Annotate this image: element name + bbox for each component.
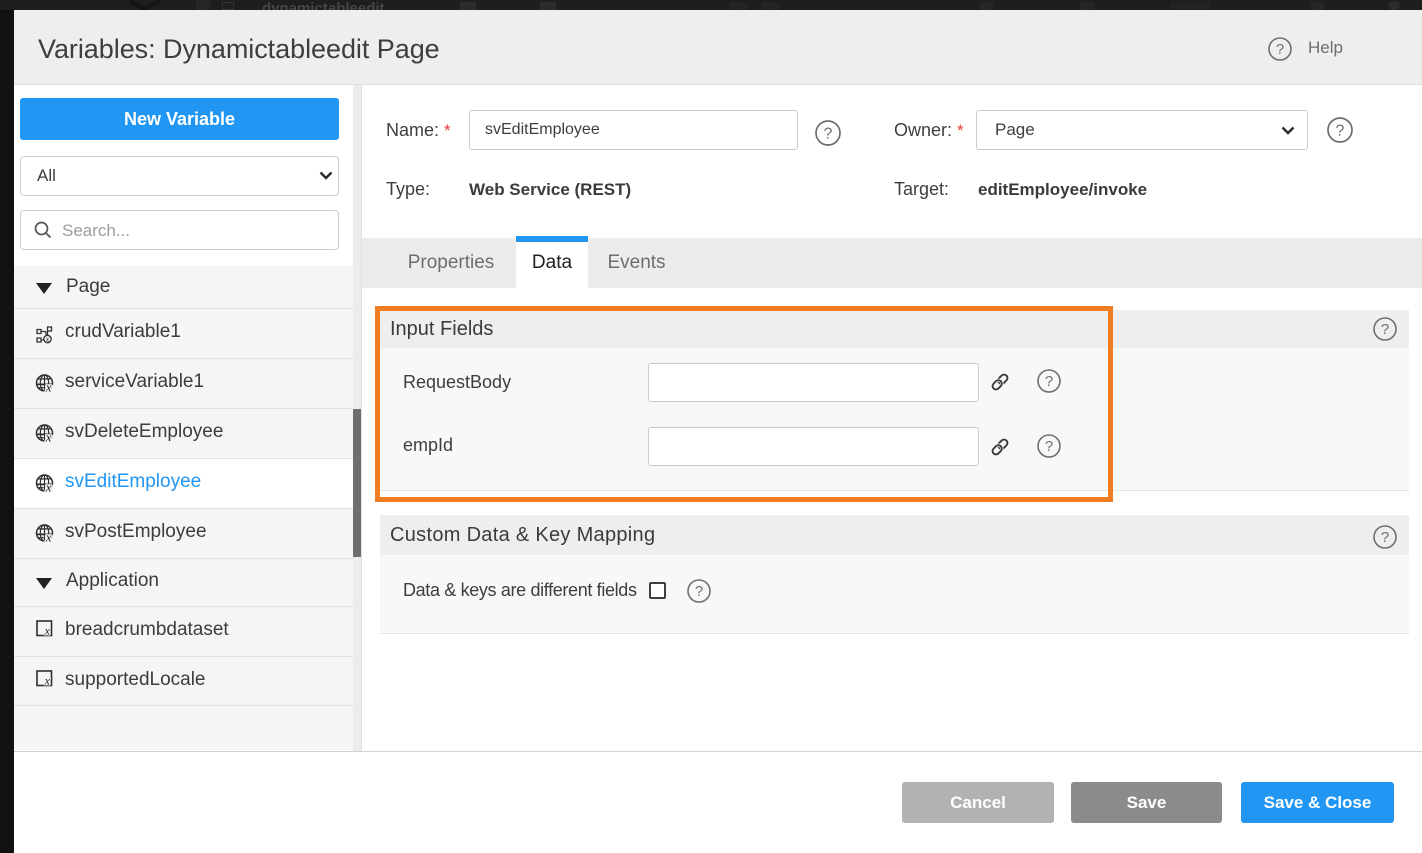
- svg-text:?: ?: [1336, 123, 1345, 140]
- svg-text:?: ?: [695, 583, 703, 600]
- svg-text:?: ?: [824, 126, 833, 143]
- svg-text:?: ?: [1276, 41, 1284, 58]
- svg-text:x: x: [45, 334, 50, 344]
